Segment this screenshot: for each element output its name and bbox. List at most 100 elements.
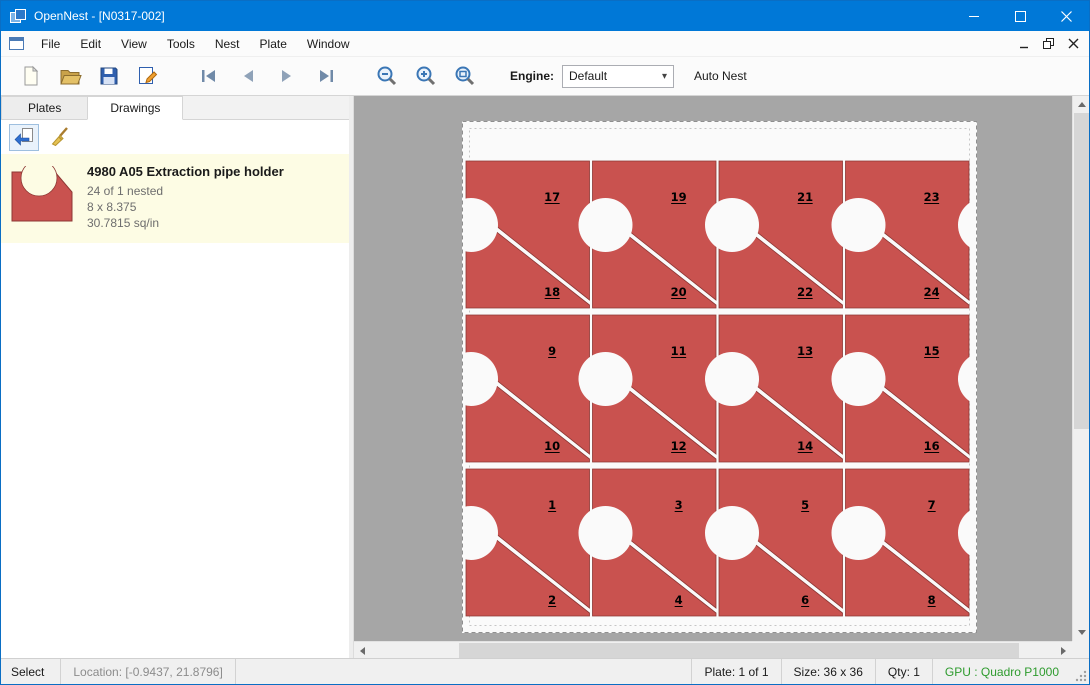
previous-plate-button[interactable]: [232, 61, 264, 91]
vertical-scroll-thumb[interactable]: [1074, 113, 1089, 429]
auto-nest-button[interactable]: Auto Nest: [694, 69, 747, 83]
zoom-fit-button[interactable]: [449, 61, 481, 91]
next-plate-button[interactable]: [271, 61, 303, 91]
open-button[interactable]: [54, 61, 86, 91]
engine-label: Engine:: [510, 69, 554, 83]
tab-drawings[interactable]: Drawings: [87, 96, 183, 120]
scroll-up-button[interactable]: [1073, 96, 1089, 113]
part-number: 24: [924, 285, 940, 299]
status-right-group: Plate: 1 of 1 Size: 36 x 36 Qty: 1 GPU :…: [691, 659, 1089, 684]
replace-drawing-button[interactable]: [9, 124, 39, 151]
part-number: 2: [548, 593, 556, 607]
part-notch: [579, 198, 633, 252]
tab-plates[interactable]: Plates: [1, 96, 88, 119]
replace-arrow-icon: [12, 125, 36, 149]
part-notch: [832, 506, 886, 560]
status-size: Size: 36 x 36: [781, 659, 875, 684]
left-panel: Plates Drawings: [1, 96, 349, 658]
menu-tools[interactable]: Tools: [157, 31, 205, 56]
last-plate-button[interactable]: [310, 61, 342, 91]
part-number: 9: [548, 344, 556, 358]
window-controls: [951, 1, 1089, 31]
part-number: 1: [548, 498, 556, 512]
menu-view[interactable]: View: [111, 31, 157, 56]
part-number: 12: [671, 439, 687, 453]
status-bar: Select Location: [-0.9437, 21.8796] Plat…: [1, 658, 1089, 684]
menu-nest[interactable]: Nest: [205, 31, 250, 56]
part-notch: [579, 506, 633, 560]
minimize-button[interactable]: [951, 1, 997, 31]
panel-tabstrip: Plates Drawings: [1, 96, 349, 120]
part-number: 10: [544, 439, 560, 453]
part-notch: [705, 506, 759, 560]
mdi-minimize-button[interactable]: [1019, 39, 1029, 49]
clean-drawings-button[interactable]: [47, 124, 77, 151]
document-icon: [9, 37, 24, 50]
nest-canvas[interactable]: 171921231820222491113151012141613572468: [354, 96, 1089, 658]
drawing-info: 4980 A05 Extraction pipe holder 24 of 1 …: [87, 164, 284, 231]
menu-bar: File Edit View Tools Nest Plate Window: [1, 31, 1089, 57]
title-bar: OpenNest - [N0317-002]: [1, 1, 1089, 31]
main-toolbar: Engine: Default ▾ Auto Nest: [1, 57, 1089, 96]
broom-icon: [50, 125, 74, 149]
opennest-window: OpenNest - [N0317-002] File Edit View To…: [0, 0, 1090, 685]
part-notch: [579, 352, 633, 406]
mdi-close-button[interactable]: [1068, 38, 1079, 49]
scrollbar-corner: [1072, 641, 1089, 658]
window-title: OpenNest - [N0317-002]: [34, 9, 165, 23]
part-number: 21: [797, 190, 813, 204]
part-number: 8: [928, 593, 936, 607]
part-notch: [705, 352, 759, 406]
part-number: 5: [801, 498, 809, 512]
menu-plate[interactable]: Plate: [250, 31, 297, 56]
resize-grip[interactable]: [1071, 659, 1089, 684]
part-number: 15: [924, 344, 940, 358]
drawing-nested-count: 24 of 1 nested: [87, 183, 284, 199]
mdi-restore-button[interactable]: [1043, 38, 1054, 49]
part-notch: [705, 198, 759, 252]
status-location: Location: [-0.9437, 21.8796]: [61, 659, 235, 684]
zoom-in-button[interactable]: [410, 61, 442, 91]
drawing-size: 8 x 8.375: [87, 199, 284, 215]
part-notch: [832, 352, 886, 406]
menu-file[interactable]: File: [31, 31, 70, 56]
content-area: Plates Drawings: [1, 96, 1089, 658]
part-number: 6: [801, 593, 809, 607]
plate[interactable]: 171921231820222491113151012141613572468: [462, 121, 977, 633]
chevron-down-icon: ▾: [662, 71, 667, 82]
status-qty: Qty: 1: [875, 659, 932, 684]
save-button[interactable]: [93, 61, 125, 91]
part-number: 17: [544, 190, 560, 204]
scroll-right-button[interactable]: [1055, 642, 1072, 658]
new-button[interactable]: [15, 61, 47, 91]
zoom-out-button[interactable]: [371, 61, 403, 91]
close-button[interactable]: [1043, 1, 1089, 31]
status-gpu: GPU : Quadro P1000: [932, 659, 1071, 684]
menu-edit[interactable]: Edit: [70, 31, 111, 56]
maximize-button[interactable]: [997, 1, 1043, 31]
vertical-scrollbar[interactable]: [1072, 96, 1089, 641]
save-edit-button[interactable]: [132, 61, 164, 91]
horizontal-scroll-thumb[interactable]: [459, 643, 1019, 658]
part-number: 7: [928, 498, 936, 512]
drawing-title: 4980 A05 Extraction pipe holder: [87, 164, 284, 179]
part-number: 13: [797, 344, 813, 358]
part-number: 3: [675, 498, 683, 512]
engine-select[interactable]: Default ▾: [562, 65, 674, 88]
part-number: 18: [544, 285, 560, 299]
part-number: 22: [797, 285, 813, 299]
part-number: 4: [675, 593, 683, 607]
first-plate-button[interactable]: [193, 61, 225, 91]
drawing-list-item[interactable]: 4980 A05 Extraction pipe holder 24 of 1 …: [1, 154, 349, 243]
drawing-area: 30.7815 sq/in: [87, 215, 284, 231]
engine-value: Default: [569, 69, 607, 83]
part-number: 16: [924, 439, 940, 453]
scroll-left-button[interactable]: [354, 642, 371, 658]
app-icon: [10, 9, 26, 24]
horizontal-scrollbar[interactable]: [354, 641, 1072, 658]
part-number: 14: [797, 439, 813, 453]
menu-window[interactable]: Window: [297, 31, 360, 56]
part-number: 23: [924, 190, 940, 204]
status-mode: Select: [1, 659, 61, 684]
scroll-down-button[interactable]: [1073, 624, 1089, 641]
